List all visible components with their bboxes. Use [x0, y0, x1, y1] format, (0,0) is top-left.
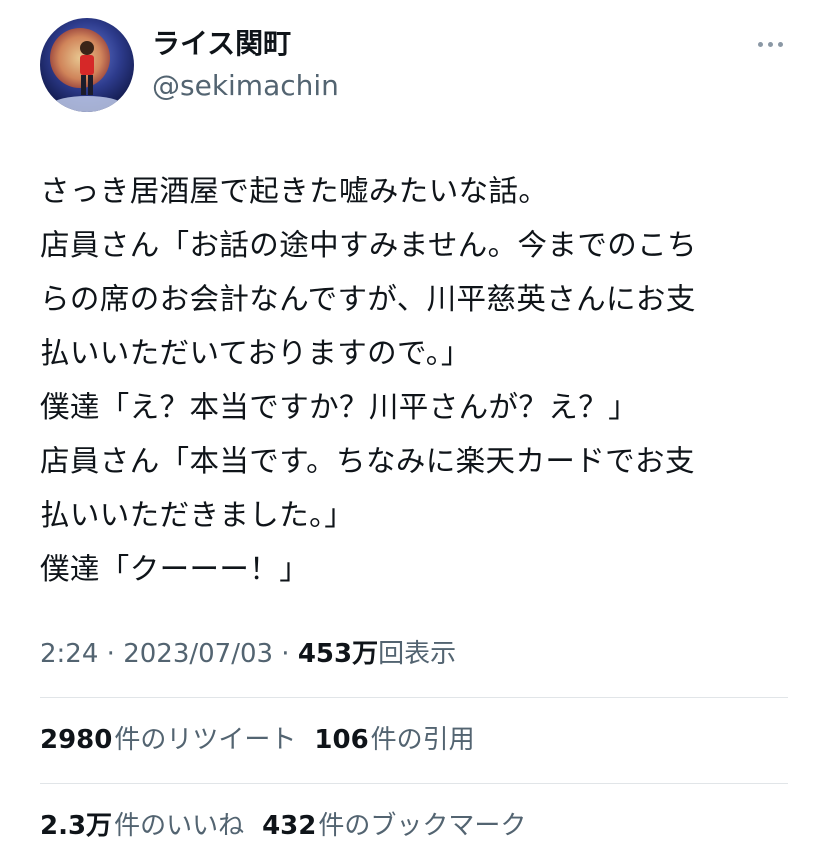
more-horizontal-icon: [757, 41, 763, 47]
tweet-line: 払いいただいておりますので。」: [40, 336, 471, 370]
quotes-link[interactable]: 106件の引用: [314, 720, 474, 760]
likes-link[interactable]: 2.3万件のいいね: [40, 806, 244, 846]
tweet-line: 払いいただきました。」: [40, 498, 355, 532]
quote-label: 件の引用: [370, 725, 475, 755]
tweet-line: 店員さん「本当です。ちなみに楽天カードでお支: [40, 444, 695, 478]
author-handle[interactable]: @sekimachin: [152, 68, 339, 104]
tweet-text: さっき居酒屋で起きた嘘みたいな話。 店員さん「お話の途中すみません。今までのこち…: [40, 164, 800, 596]
more-horizontal-icon-dot: [777, 41, 783, 47]
tweet-line: らの席のお会計なんですが、川平慈英さんにお支: [40, 282, 696, 316]
tweet-line: 僕達「え？本当ですか？川平さんが？え？」: [40, 390, 639, 424]
meta-separator: ·: [98, 639, 124, 669]
retweet-count: 2980: [40, 725, 113, 755]
bookmark-label: 件のブックマーク: [318, 811, 527, 841]
more-options-button[interactable]: [750, 30, 790, 58]
bookmark-count: 432: [262, 811, 317, 841]
like-label: 件のいいね: [114, 811, 245, 841]
stats-row-likes: 2.3万件のいいね 432件のブックマーク: [40, 806, 544, 846]
tweet-line: 店員さん「お話の途中すみません。今までのこち: [40, 228, 697, 262]
bookmarks-link[interactable]: 432件のブックマーク: [262, 806, 526, 846]
avatar[interactable]: [40, 18, 134, 112]
avatar-image: [40, 18, 134, 112]
meta-separator: ·: [273, 639, 298, 669]
tweet-line: さっき居酒屋で起きた嘘みたいな話。: [40, 174, 549, 208]
retweet-label: 件のリツイート: [114, 725, 297, 755]
divider: [40, 697, 788, 698]
quote-count: 106: [314, 725, 369, 755]
like-count: 2.3万: [40, 811, 113, 841]
view-label: 回表示: [378, 639, 457, 669]
view-count: 453万: [297, 639, 379, 669]
more-horizontal-icon-dot: [767, 41, 773, 47]
tweet-line: 僕達「クーーー！」: [40, 552, 310, 586]
author-display-name[interactable]: ライス関町: [152, 26, 291, 62]
stats-row-retweets: 2980件のリツイート 106件の引用: [40, 720, 493, 760]
retweets-link[interactable]: 2980件のリツイート: [40, 720, 296, 760]
tweet-date[interactable]: 2023/07/03: [123, 639, 273, 669]
tweet-meta: 2:24 · 2023/07/03 · 453万回表示: [40, 634, 456, 674]
divider: [40, 783, 788, 784]
tweet-time[interactable]: 2:24: [40, 639, 98, 669]
